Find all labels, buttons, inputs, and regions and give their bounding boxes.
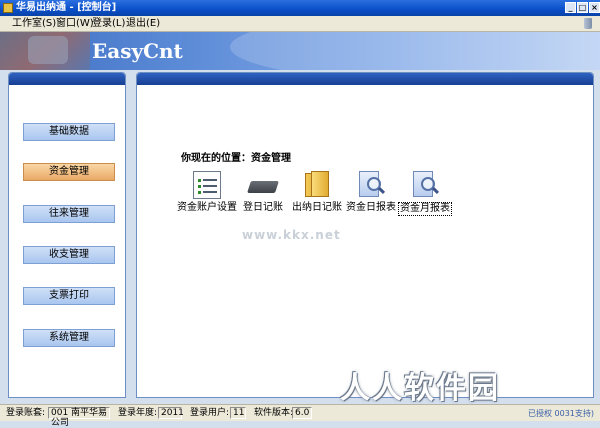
menu-window[interactable]: 窗口(W) xyxy=(56,18,94,30)
app-icon xyxy=(3,3,13,13)
report-search-icon xyxy=(411,171,440,199)
sidebar-item-fund-management[interactable]: 资金管理 xyxy=(23,163,115,181)
function-label: 登日记账 xyxy=(243,202,283,213)
menu-bar: 工作室(S) 窗口(W) 登录(L) 退出(E) xyxy=(0,16,600,32)
sidebar-item-system-management[interactable]: 系统管理 xyxy=(23,329,115,347)
folder-icon xyxy=(303,171,331,199)
sidebar-item-accounts-management[interactable]: 往来管理 xyxy=(23,205,115,223)
sidebar-item-income-expense[interactable]: 收支管理 xyxy=(23,246,115,264)
list-document-icon xyxy=(193,171,221,199)
sidebar-header xyxy=(9,73,125,85)
status-year-label: 登录年度: xyxy=(118,408,158,418)
status-year-value: 2011 xyxy=(158,407,184,419)
maximize-button[interactable]: □ xyxy=(577,2,588,13)
function-label: 资金日报表 xyxy=(346,202,396,213)
status-account-label: 登录账套: xyxy=(6,408,46,418)
fund-daily-report-button[interactable]: 资金日报表 xyxy=(341,171,401,214)
status-bar: 登录账套: 001 南平华易公司 登录年度: 2011 登录用户: 11 软件版… xyxy=(0,404,600,428)
menu-exit[interactable]: 退出(E) xyxy=(126,18,160,30)
title-bar: 华易出纳通 - [控制台] _ □ × xyxy=(0,0,600,16)
fund-monthly-report-button[interactable]: 资金月报表 xyxy=(395,171,455,216)
breadcrumb: 你现在的位置：资金管理 xyxy=(181,153,291,164)
menu-workroom[interactable]: 工作室(S) xyxy=(12,18,56,30)
keyboard-icon xyxy=(247,171,279,199)
status-version-label: 软件版本: xyxy=(254,408,294,418)
status-version-value: 6.0 xyxy=(292,407,312,419)
banner-graphic xyxy=(0,32,90,70)
sidebar-item-cheque-print[interactable]: 支票打印 xyxy=(23,287,115,305)
watermark-url: www.kkx.net xyxy=(242,228,341,242)
close-button[interactable]: × xyxy=(589,2,600,13)
function-label: 资金月报表 xyxy=(398,202,452,216)
fund-account-settings-button[interactable]: 资金账户设置 xyxy=(177,171,237,214)
function-label: 出纳日记账 xyxy=(292,202,342,213)
status-user-value: 11 xyxy=(230,407,246,419)
status-license: 已授权 0031支持) xyxy=(527,409,594,418)
header-banner: EasyCnt xyxy=(0,32,600,70)
main-panel-header xyxy=(137,73,593,85)
app-logo: EasyCnt xyxy=(92,39,183,63)
window-title: 华易出纳通 - [控制台] xyxy=(16,2,117,13)
report-search-icon xyxy=(357,171,386,199)
minimize-button[interactable]: _ xyxy=(565,2,576,13)
sidebar-item-basic-data[interactable]: 基础数据 xyxy=(23,123,115,141)
sidebar: 基础数据 资金管理 往来管理 收支管理 支票打印 系统管理 xyxy=(8,72,126,398)
cashier-journal-button[interactable]: 出纳日记账 xyxy=(287,171,347,214)
trash-icon[interactable] xyxy=(584,18,592,29)
status-account-value: 001 南平华易公司 xyxy=(48,407,110,428)
journal-entry-button[interactable]: 登日记账 xyxy=(233,171,293,214)
menu-login[interactable]: 登录(L) xyxy=(92,18,125,30)
main-panel: 你现在的位置：资金管理 资金账户设置 登日记账 出纳日记账 资金日报表 资金月报… xyxy=(136,72,594,398)
function-label: 资金账户设置 xyxy=(177,202,237,213)
status-user-label: 登录用户: xyxy=(190,408,230,418)
watermark-site: 人人软件园 xyxy=(340,371,500,406)
